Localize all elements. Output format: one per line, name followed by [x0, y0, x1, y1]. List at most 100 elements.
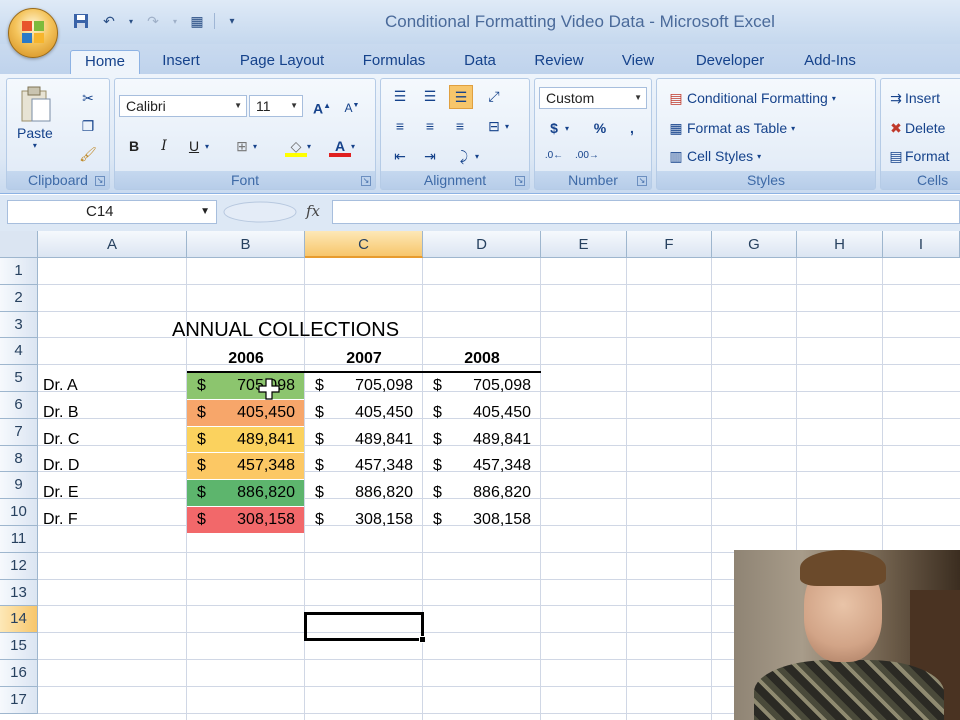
conditional-formatting-button[interactable]: ▤ Conditional Formatting ▾ [665, 87, 836, 109]
formula-input[interactable] [332, 200, 960, 224]
selected-cell-c14[interactable] [304, 612, 424, 641]
copy-button[interactable]: ❐ [77, 115, 99, 137]
collection-value-2007[interactable]: 886,820 [325, 480, 413, 506]
collection-value-2007[interactable]: 308,158 [325, 507, 413, 533]
font-size-combo[interactable]: 11 ▼ [249, 95, 303, 117]
collection-value-2008[interactable]: 489,841 [443, 427, 531, 453]
row-header-5[interactable]: 5 [0, 365, 38, 392]
print-preview-icon[interactable]: ▦ [186, 10, 208, 32]
shrink-font-button[interactable]: A▼ [341, 95, 363, 117]
delete-cells-button[interactable]: ✖ Delete [887, 117, 945, 139]
merge-center-button[interactable]: ⊟ ▾ [483, 115, 509, 137]
bold-button[interactable]: B [123, 135, 145, 157]
row-header-13[interactable]: 13 [0, 579, 38, 607]
row-header-8[interactable]: 8 [0, 445, 38, 473]
number-dialog-launcher[interactable]: ↘ [637, 176, 647, 186]
column-header-e[interactable]: E [541, 231, 627, 258]
borders-dropdown-icon[interactable]: ▾ [253, 142, 257, 151]
undo-icon[interactable]: ↶ [98, 10, 120, 32]
row-header-1[interactable]: 1 [0, 258, 38, 285]
decrease-indent-button[interactable]: ⇤ [389, 145, 411, 167]
collection-value-2006[interactable]: 405,450 [207, 400, 295, 426]
collection-value-2007[interactable]: 705,098 [325, 373, 413, 399]
tab-page-layout[interactable]: Page Layout [232, 50, 332, 74]
font-dialog-launcher[interactable]: ↘ [361, 176, 371, 186]
orientation-button[interactable]: ⤢ [483, 85, 505, 107]
name-box[interactable]: C14 ▼ [7, 200, 217, 224]
cut-button[interactable]: ✂ [77, 87, 99, 109]
collection-value-2008[interactable]: 457,348 [443, 453, 531, 479]
align-center-button[interactable]: ≡ [419, 115, 441, 137]
align-right-button[interactable]: ≡ [449, 115, 471, 137]
number-format-combo[interactable]: Custom ▼ [539, 87, 647, 109]
grow-font-button[interactable]: A▲ [311, 95, 333, 117]
paste-dropdown-icon[interactable]: ▾ [33, 141, 37, 150]
alignment-dialog-launcher[interactable]: ↘ [515, 176, 525, 186]
borders-button[interactable]: ⊞ ▾ [231, 135, 257, 157]
cell-styles-button[interactable]: ▥ Cell Styles ▾ [665, 145, 761, 167]
redo-dropdown-icon[interactable]: ▾ [170, 10, 180, 32]
chevron-down-icon[interactable]: ▼ [290, 96, 298, 116]
font-color-button[interactable]: A ▾ [329, 135, 355, 157]
collection-value-2006[interactable]: 489,841 [207, 427, 295, 453]
collection-value-2008[interactable]: 308,158 [443, 507, 531, 533]
font-name-combo[interactable]: Calibri ▼ [119, 95, 247, 117]
wrap-text-button[interactable]: ⤸ ▾ [453, 145, 479, 167]
row-header-15[interactable]: 15 [0, 633, 38, 660]
align-bottom-button[interactable]: ☰ [449, 85, 473, 109]
font-color-dropdown-icon[interactable]: ▾ [351, 142, 355, 151]
merge-dropdown-icon[interactable]: ▾ [505, 122, 509, 131]
decrease-decimal-button[interactable]: .00→ [575, 145, 599, 167]
row-header-10[interactable]: 10 [0, 499, 38, 526]
column-header-f[interactable]: F [627, 231, 712, 258]
select-all-button[interactable] [0, 231, 38, 258]
paste-button[interactable]: Paste ▾ [17, 85, 53, 150]
row-header-11[interactable]: 11 [0, 526, 38, 553]
format-as-table-button[interactable]: ▦ Format as Table ▾ [665, 117, 795, 139]
tab-developer[interactable]: Developer [686, 50, 774, 74]
chevron-down-icon[interactable]: ▼ [234, 96, 242, 116]
accounting-format-button[interactable]: $ ▾ [543, 117, 569, 139]
format-painter-button[interactable]: 🖌 [77, 143, 99, 165]
tab-add-ins[interactable]: Add-Ins [796, 50, 864, 74]
collection-value-2007[interactable]: 489,841 [325, 427, 413, 453]
row-header-17[interactable]: 17 [0, 686, 38, 714]
chevron-down-icon[interactable]: ▼ [634, 88, 642, 108]
save-icon[interactable] [70, 10, 92, 32]
comma-style-button[interactable]: , [621, 117, 643, 139]
row-header-7[interactable]: 7 [0, 418, 38, 446]
tab-home[interactable]: Home [70, 50, 140, 74]
insert-cells-button[interactable]: ⇉ Insert [887, 87, 940, 109]
collection-value-2008[interactable]: 705,098 [443, 373, 531, 399]
row-header-12[interactable]: 12 [0, 552, 38, 580]
align-middle-button[interactable]: ☰ [419, 85, 441, 107]
office-button[interactable] [8, 8, 58, 58]
align-top-button[interactable]: ☰ [389, 85, 411, 107]
column-header-h[interactable]: H [797, 231, 883, 258]
tab-formulas[interactable]: Formulas [355, 50, 433, 74]
customize-qat-icon[interactable]: ▾ [221, 10, 243, 32]
row-header-3[interactable]: 3 [0, 311, 38, 339]
clipboard-dialog-launcher[interactable]: ↘ [95, 176, 105, 186]
insert-function-button[interactable]: fx [306, 202, 320, 220]
collection-value-2006[interactable]: 705,098 [207, 373, 295, 399]
column-header-i[interactable]: I [883, 231, 960, 258]
column-header-g[interactable]: G [712, 231, 797, 258]
chevron-down-icon[interactable]: ▼ [200, 201, 210, 223]
row-header-2[interactable]: 2 [0, 284, 38, 312]
column-header-c[interactable]: C [305, 231, 423, 258]
column-header-a[interactable]: A [38, 231, 187, 258]
tab-data[interactable]: Data [455, 50, 505, 74]
column-header-b[interactable]: B [187, 231, 305, 258]
fill-handle[interactable] [419, 636, 426, 643]
row-header-4[interactable]: 4 [0, 338, 38, 366]
row-header-14[interactable]: 14 [0, 606, 38, 634]
underline-dropdown-icon[interactable]: ▾ [205, 142, 209, 151]
collection-value-2007[interactable]: 405,450 [325, 400, 413, 426]
underline-button[interactable]: U ▾ [183, 135, 209, 157]
tab-review[interactable]: Review [527, 50, 591, 74]
row-header-6[interactable]: 6 [0, 392, 38, 419]
collection-value-2006[interactable]: 886,820 [207, 480, 295, 506]
currency-dropdown-icon[interactable]: ▾ [565, 124, 569, 133]
tab-insert[interactable]: Insert [150, 50, 212, 74]
